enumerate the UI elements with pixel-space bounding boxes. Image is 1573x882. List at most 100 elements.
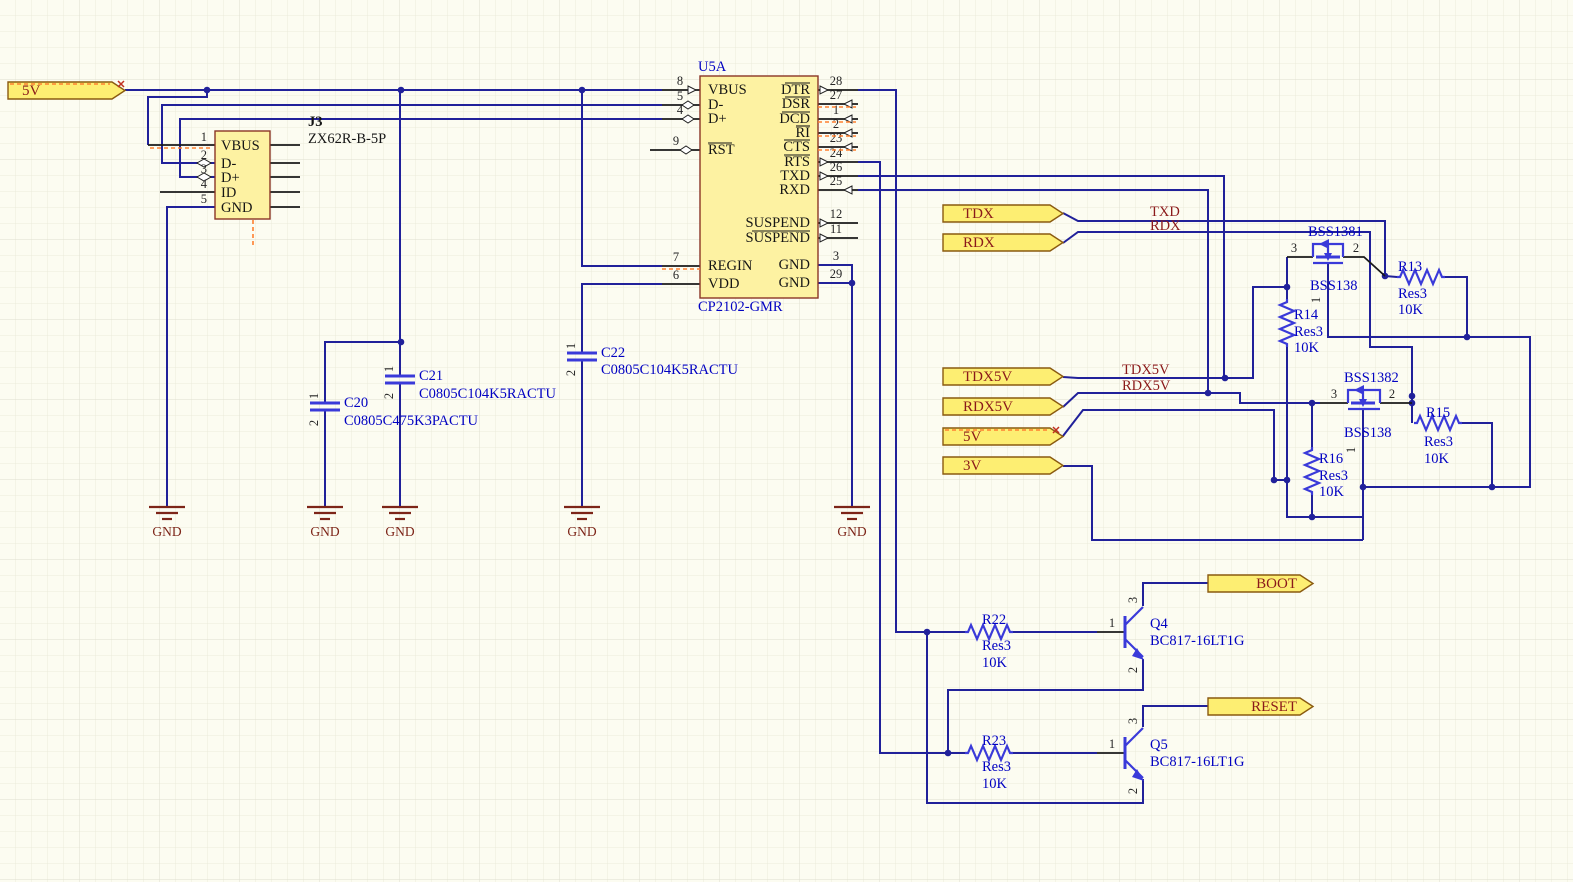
component-r16[interactable]: R16 Res3 10K xyxy=(1302,447,1348,500)
u5a-pin-name: REGIN xyxy=(708,258,753,274)
j3-pin-name: ID xyxy=(221,185,236,201)
q5-designator: Q5 xyxy=(1150,737,1168,753)
bss1381-pin-number: 1 xyxy=(1309,297,1323,303)
r15-designator: R15 xyxy=(1426,405,1450,421)
gnd-label: GND xyxy=(385,524,414,539)
r16-designator: R16 xyxy=(1319,451,1343,467)
port-rdx5v[interactable]: RDX5V xyxy=(942,397,1065,416)
u5a-pin-name: GND xyxy=(779,275,810,291)
bss1381-pin-number: 2 xyxy=(1353,241,1359,255)
r15-value: 10K xyxy=(1424,451,1450,467)
q4-pin-number: 3 xyxy=(1126,597,1140,603)
gnd-label: GND xyxy=(567,524,596,539)
u5a-pin-name: VDD xyxy=(708,276,739,292)
port-label: TDX xyxy=(963,206,994,222)
u5a-pin-name: D+ xyxy=(708,111,727,127)
r14-comment: Res3 xyxy=(1294,324,1323,340)
port-boot[interactable]: BOOT xyxy=(1207,574,1315,593)
j3-pin-name: D+ xyxy=(221,170,240,186)
j3-pin-number: 5 xyxy=(201,192,207,206)
c22-pin-number: 2 xyxy=(564,370,578,376)
j3-designator: J3 xyxy=(308,114,323,130)
port-3v[interactable]: 3V xyxy=(942,456,1065,475)
port-tdx[interactable]: TDX xyxy=(942,204,1065,223)
j3-pin-number: 3 xyxy=(201,162,207,176)
c21-designator: C21 xyxy=(419,368,443,384)
port-label: 3V xyxy=(963,458,982,474)
u5a-pin-number: 12 xyxy=(830,207,843,221)
q4-pin-number: 1 xyxy=(1109,616,1115,630)
u5a-pin-name: GND xyxy=(779,257,810,273)
u5a-pin-number: 28 xyxy=(830,74,843,88)
port-label: RESET xyxy=(1251,699,1297,715)
r23-value: 10K xyxy=(982,776,1008,792)
port-label: RDX xyxy=(963,235,995,251)
u5a-pin-name: RST xyxy=(708,142,735,158)
u5a-pin-number: 23 xyxy=(830,131,843,145)
gnd-label: GND xyxy=(310,524,339,539)
bss1382-pin-number: 2 xyxy=(1389,387,1395,401)
bss1381-pin-number: 3 xyxy=(1291,241,1297,255)
port-label: BOOT xyxy=(1256,576,1297,592)
u5a-designator: U5A xyxy=(698,59,727,75)
q4-part: BC817-16LT1G xyxy=(1150,633,1245,649)
port-tdx5v[interactable]: TDX5V xyxy=(942,367,1065,386)
schematic-sheet: VBUS D- D+ ID GND 1 2 3 4 5 J3 ZX62R-B-5… xyxy=(0,0,1573,882)
u5a-pin-number: 25 xyxy=(830,174,843,188)
r16-value: 10K xyxy=(1319,484,1345,500)
net-label-tdx5v[interactable]: TDX5V xyxy=(1122,362,1170,378)
bss1382-pin-number: 1 xyxy=(1344,447,1358,453)
u5a-pin-number: 27 xyxy=(830,88,843,102)
u5a-pin-number: 8 xyxy=(677,74,683,88)
u5a-pin-number: 24 xyxy=(830,146,843,160)
r23-designator: R23 xyxy=(982,733,1006,749)
r13-designator: R13 xyxy=(1398,259,1422,275)
port-reset[interactable]: RESET xyxy=(1207,697,1315,716)
r22-value: 10K xyxy=(982,655,1008,671)
u5a-pin-name: SUSPEND xyxy=(746,215,810,231)
u5a-pin-number: 5 xyxy=(677,89,683,103)
net-label-rdx5v[interactable]: RDX5V xyxy=(1122,378,1171,394)
u5a-pin-number: 11 xyxy=(830,222,842,236)
c20-designator: C20 xyxy=(344,395,368,411)
bss1382-pin-number: 3 xyxy=(1331,387,1337,401)
q5-pin-number: 2 xyxy=(1126,788,1140,794)
j3-part: ZX62R-B-5P xyxy=(308,131,386,147)
r13-comment: Res3 xyxy=(1398,286,1427,302)
j3-pin-name: GND xyxy=(221,200,252,216)
u5a-pin-number: 1 xyxy=(833,103,839,117)
r13-value: 10K xyxy=(1398,302,1424,318)
net-label-rdx[interactable]: RDX xyxy=(1150,218,1181,234)
r22-designator: R22 xyxy=(982,612,1006,628)
r16-comment: Res3 xyxy=(1319,468,1348,484)
q5-pin-number: 1 xyxy=(1109,737,1115,751)
gnd-label: GND xyxy=(152,524,181,539)
bss1381-part: BSS138 xyxy=(1310,278,1358,294)
c21-pin-number: 1 xyxy=(382,366,396,372)
bss1382-designator: BSS1382 xyxy=(1344,370,1399,386)
r14-value: 10K xyxy=(1294,340,1320,356)
q5-pin-number: 3 xyxy=(1126,718,1140,724)
schematic-canvas: VBUS D- D+ ID GND 1 2 3 4 5 J3 ZX62R-B-5… xyxy=(0,0,1573,882)
c20-pin-number: 2 xyxy=(307,420,321,426)
r22-comment: Res3 xyxy=(982,638,1011,654)
port-label: 5V xyxy=(22,83,41,99)
q4-pin-number: 2 xyxy=(1126,667,1140,673)
u5a-pin-number: 2 xyxy=(833,117,839,131)
q4-designator: Q4 xyxy=(1150,616,1168,632)
q5-part: BC817-16LT1G xyxy=(1150,754,1245,770)
j3-pin-number: 1 xyxy=(201,130,207,144)
u5a-part: CP2102-GMR xyxy=(698,299,783,315)
u5a-pin-number: 7 xyxy=(673,250,679,264)
port-rdx[interactable]: RDX xyxy=(942,233,1065,252)
c22-pin-number: 1 xyxy=(564,343,578,349)
j3-pin-number: 2 xyxy=(201,148,207,162)
j3-pin-number: 4 xyxy=(201,177,208,191)
gnd-label: GND xyxy=(837,524,866,539)
j3-pin-name: VBUS xyxy=(221,138,260,154)
u5a-pin-name: RXD xyxy=(779,182,810,198)
port-label: TDX5V xyxy=(963,369,1012,385)
u5a-pin-number: 4 xyxy=(677,103,684,117)
u5a-pin-number: 6 xyxy=(673,268,679,282)
bss1382-part: BSS138 xyxy=(1344,425,1392,441)
